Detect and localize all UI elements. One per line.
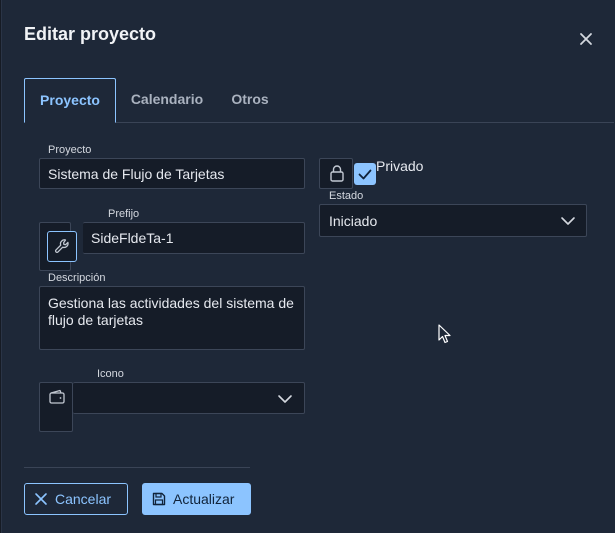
- tab-proyecto[interactable]: Proyecto: [24, 78, 116, 123]
- proyecto-input[interactable]: Sistema de Flujo de Tarjetas: [39, 158, 305, 189]
- descripcion-textarea[interactable]: Gestiona las actividades del sistema de …: [39, 286, 305, 350]
- wallet-icon: [49, 389, 65, 404]
- wrench-icon: [54, 239, 69, 253]
- proyecto-label: Proyecto: [48, 144, 92, 156]
- dialog-title: Editar proyecto: [24, 24, 157, 44]
- icono-select[interactable]: [73, 382, 305, 414]
- mouse-pointer-icon: [438, 324, 451, 344]
- prefijo-label: Prefijo: [108, 208, 140, 220]
- close-icon: [580, 33, 592, 45]
- privado-checkbox[interactable]: [354, 163, 376, 185]
- edit-project-dialog: Editar proyecto Proyecto Calendario Otro…: [1, 0, 615, 533]
- close-button[interactable]: [576, 29, 596, 49]
- save-icon: [152, 492, 166, 506]
- cancel-label: Cancelar: [55, 491, 112, 507]
- prefijo-input[interactable]: SideFldeTa-1: [83, 222, 305, 254]
- cancel-button[interactable]: Cancelar: [24, 483, 128, 515]
- chevron-down-icon: [278, 395, 292, 403]
- proyecto-value: Sistema de Flujo de Tarjetas: [48, 166, 225, 182]
- tab-calendario[interactable]: Calendario: [122, 78, 212, 122]
- lock-button[interactable]: [319, 158, 353, 189]
- descripcion-label: Descripción: [48, 272, 106, 284]
- tab-bar: Proyecto Calendario Otros: [24, 78, 614, 123]
- prefijo-value: SideFldeTa-1: [91, 230, 174, 246]
- icono-label: Icono: [97, 368, 124, 380]
- descripcion-value: Gestiona las actividades del sistema de …: [48, 295, 294, 328]
- privado-label: Privado: [376, 158, 424, 174]
- update-label: Actualizar: [173, 491, 235, 507]
- footer-divider: [24, 467, 250, 468]
- estado-select[interactable]: Iniciado: [319, 204, 587, 237]
- tab-otros[interactable]: Otros: [220, 78, 280, 122]
- icono-preview: [39, 382, 73, 432]
- lock-icon: [330, 165, 344, 182]
- chevron-down-icon: [561, 217, 575, 225]
- estado-label: Estado: [329, 190, 364, 202]
- update-button[interactable]: Actualizar: [142, 483, 251, 515]
- checkmark-icon: [358, 169, 372, 180]
- close-icon: [35, 493, 47, 505]
- prefijo-addon: [39, 222, 77, 271]
- estado-value: Iniciado: [329, 213, 378, 229]
- prefijo-button[interactable]: [47, 231, 77, 262]
